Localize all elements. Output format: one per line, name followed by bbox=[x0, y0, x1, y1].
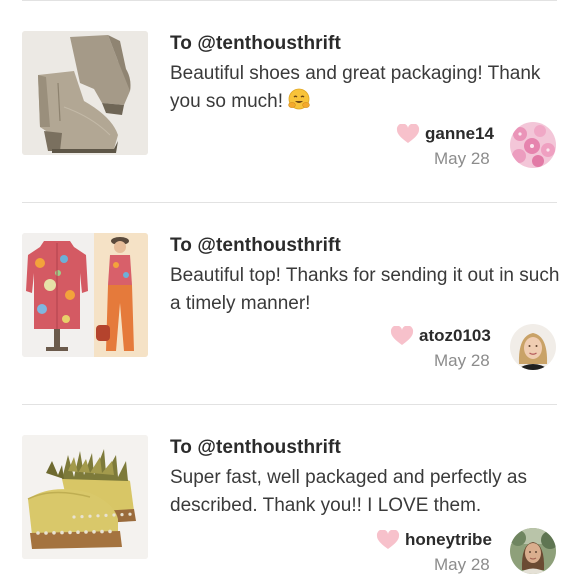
recipient-handle[interactable]: To @tenthousthrift bbox=[170, 33, 341, 55]
listing-thumbnail[interactable] bbox=[22, 31, 148, 155]
pink-blossom-avatar-image bbox=[510, 122, 556, 168]
review-date: May 28 bbox=[434, 555, 490, 574]
reviewer-username[interactable]: ganne14 bbox=[425, 124, 494, 144]
review-date: May 28 bbox=[434, 149, 490, 168]
hugging-face-emoji-icon bbox=[287, 88, 311, 112]
reviewer-avatar[interactable] bbox=[510, 122, 556, 168]
love-notes-feed: To @tenthousthrift Beautiful shoes and g… bbox=[0, 0, 580, 580]
reviewer-username[interactable]: atoz0103 bbox=[419, 326, 491, 346]
reviewer-avatar[interactable] bbox=[510, 324, 556, 370]
heart-icon bbox=[396, 124, 420, 143]
review-message: Beautiful top! Thanks for sending it out… bbox=[170, 265, 560, 314]
recipient-handle[interactable]: To @tenthousthrift bbox=[170, 437, 341, 459]
review-message: Beautiful shoes and great packaging! Tha… bbox=[170, 60, 560, 116]
listing-thumbnail[interactable] bbox=[22, 233, 148, 357]
review-text: Beautiful shoes and great packaging! Tha… bbox=[170, 63, 541, 112]
feather-clogs-image bbox=[22, 435, 148, 559]
review-message: Super fast, well packaged and perfectly … bbox=[170, 467, 527, 516]
review-date: May 28 bbox=[434, 351, 490, 370]
heart-icon bbox=[376, 530, 400, 549]
blonde-woman-avatar-image bbox=[510, 324, 556, 370]
feed-item[interactable]: To @tenthousthrift Beautiful top! Thanks… bbox=[0, 202, 580, 404]
listing-thumbnail[interactable] bbox=[22, 435, 148, 559]
reviewer-username[interactable]: honeytribe bbox=[405, 530, 492, 550]
recipient-handle[interactable]: To @tenthousthrift bbox=[170, 235, 341, 257]
floral-top-image bbox=[22, 233, 148, 357]
woman-outdoors-avatar-image bbox=[510, 528, 556, 574]
heart-icon bbox=[390, 326, 414, 345]
feed-item[interactable]: To @tenthousthrift Super fast, well pack… bbox=[0, 404, 580, 580]
feed-item[interactable]: To @tenthousthrift Beautiful shoes and g… bbox=[0, 0, 580, 202]
ankle-boots-image bbox=[22, 31, 148, 155]
reviewer-avatar[interactable] bbox=[510, 528, 556, 574]
